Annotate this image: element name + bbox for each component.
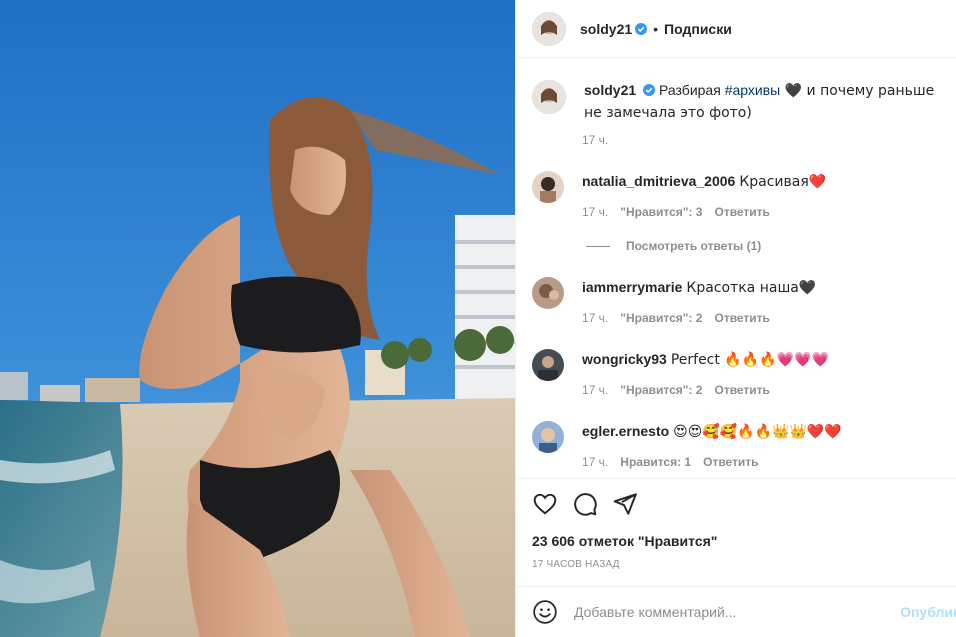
share-icon[interactable] (612, 491, 638, 517)
caption-text: soldy21 Разбирая #архивы 🖤 и почему рань… (584, 80, 948, 124)
comment-body: Красотка наша🖤 (686, 280, 817, 296)
commenter-avatar[interactable] (532, 349, 564, 381)
comment-row: iammerrymarie Красотка наша🖤 (532, 277, 948, 309)
heart-icon[interactable] (532, 491, 558, 517)
commenter-avatar[interactable] (532, 421, 564, 453)
likes-count[interactable]: 23 606 отметок "Нравится" (532, 533, 717, 549)
comment-body: Perfect 🔥🔥🔥💗💗💗 (670, 352, 829, 368)
verified-badge-icon (643, 84, 656, 96)
comment-like-count[interactable]: Нравится: 1 (620, 455, 691, 469)
comment-time[interactable]: 17 ч. (582, 455, 608, 469)
comment-text: wongricky93 Perfect 🔥🔥🔥💗💗💗 (582, 349, 829, 381)
hashtag-link[interactable]: #архивы (725, 82, 781, 98)
following-button[interactable]: Подписки (664, 21, 732, 37)
comment-icon[interactable] (572, 491, 598, 517)
comment-username[interactable]: wongricky93 (582, 351, 667, 367)
comment-meta: 17 ч. "Нравится": 3 Ответить (582, 205, 770, 219)
replies-divider (586, 245, 610, 247)
reply-button[interactable]: Ответить (714, 383, 769, 397)
view-replies-label: Посмотреть ответы (1) (626, 239, 762, 253)
reply-button[interactable]: Ответить (714, 311, 769, 325)
commenter-avatar[interactable] (532, 171, 564, 203)
author-avatar[interactable] (532, 11, 566, 46)
verified-badge-icon (635, 22, 648, 35)
reply-button[interactable]: Ответить (714, 205, 769, 219)
comment-input[interactable] (572, 603, 896, 621)
comment-text: iammerrymarie Красотка наша🖤 (582, 277, 816, 309)
post-photo[interactable] (0, 0, 515, 637)
caption-username[interactable]: soldy21 (584, 82, 636, 98)
comment-row: egler.ernesto 😍😍🥰🥰🔥🔥👑👑❤️❤️ (532, 421, 948, 453)
caption-text-before: Разбирая (655, 82, 725, 98)
comments-list[interactable]: soldy21 Разбирая #архивы 🖤 и почему рань… (516, 58, 956, 478)
comment-meta: 17 ч. "Нравится": 2 Ответить (582, 383, 770, 397)
comment-row: wongricky93 Perfect 🔥🔥🔥💗💗💗 (532, 349, 948, 381)
post-actions: 23 606 отметок "Нравится" 17 ЧАСОВ НАЗАД (516, 478, 956, 583)
caption-time[interactable]: 17 ч. (582, 133, 608, 147)
comment-meta: 17 ч. Нравится: 1 Ответить (582, 455, 759, 469)
comment-body: 😍😍🥰🥰🔥🔥👑👑❤️❤️ (673, 424, 842, 440)
separator-dot: • (653, 20, 659, 37)
comment-text: egler.ernesto 😍😍🥰🥰🔥🔥👑👑❤️❤️ (582, 421, 842, 453)
post-comment-button[interactable]: Опублик (900, 604, 956, 620)
comment-username[interactable]: egler.ernesto (582, 423, 669, 439)
comment-row: natalia_dmitrieva_2006 Красивая❤️ (532, 171, 948, 203)
comment-meta: 17 ч. "Нравится": 2 Ответить (582, 311, 770, 325)
comment-like-count[interactable]: "Нравится": 3 (620, 205, 702, 219)
caption-avatar[interactable] (532, 80, 566, 114)
comment-time[interactable]: 17 ч. (582, 205, 608, 219)
comment-like-count[interactable]: "Нравится": 2 (620, 311, 702, 325)
caption: soldy21 Разбирая #архивы 🖤 и почему рань… (532, 80, 948, 124)
action-icons (532, 491, 638, 517)
comment-time[interactable]: 17 ч. (582, 383, 608, 397)
comment-username[interactable]: natalia_dmitrieva_2006 (582, 173, 735, 189)
post-header: soldy21 • Подписки (516, 0, 956, 58)
caption-meta: 17 ч. (582, 133, 608, 147)
post-details-panel: soldy21 • Подписки soldy21 Разбирая #арх… (515, 0, 956, 637)
comment-like-count[interactable]: "Нравится": 2 (620, 383, 702, 397)
beach-photo-image (0, 0, 515, 637)
view-replies-button[interactable]: Посмотреть ответы (1) (586, 239, 761, 253)
comment-time[interactable]: 17 ч. (582, 311, 608, 325)
reply-button[interactable]: Ответить (703, 455, 758, 469)
comment-body: Красивая❤️ (739, 174, 827, 190)
comment-username[interactable]: iammerrymarie (582, 279, 682, 295)
add-comment-bar: Опублик (516, 586, 956, 637)
author-username[interactable]: soldy21 (580, 21, 632, 37)
post-timestamp[interactable]: 17 ЧАСОВ НАЗАД (532, 559, 620, 570)
smile-icon[interactable] (532, 599, 558, 625)
comment-text: natalia_dmitrieva_2006 Красивая❤️ (582, 171, 826, 203)
commenter-avatar[interactable] (532, 277, 564, 309)
